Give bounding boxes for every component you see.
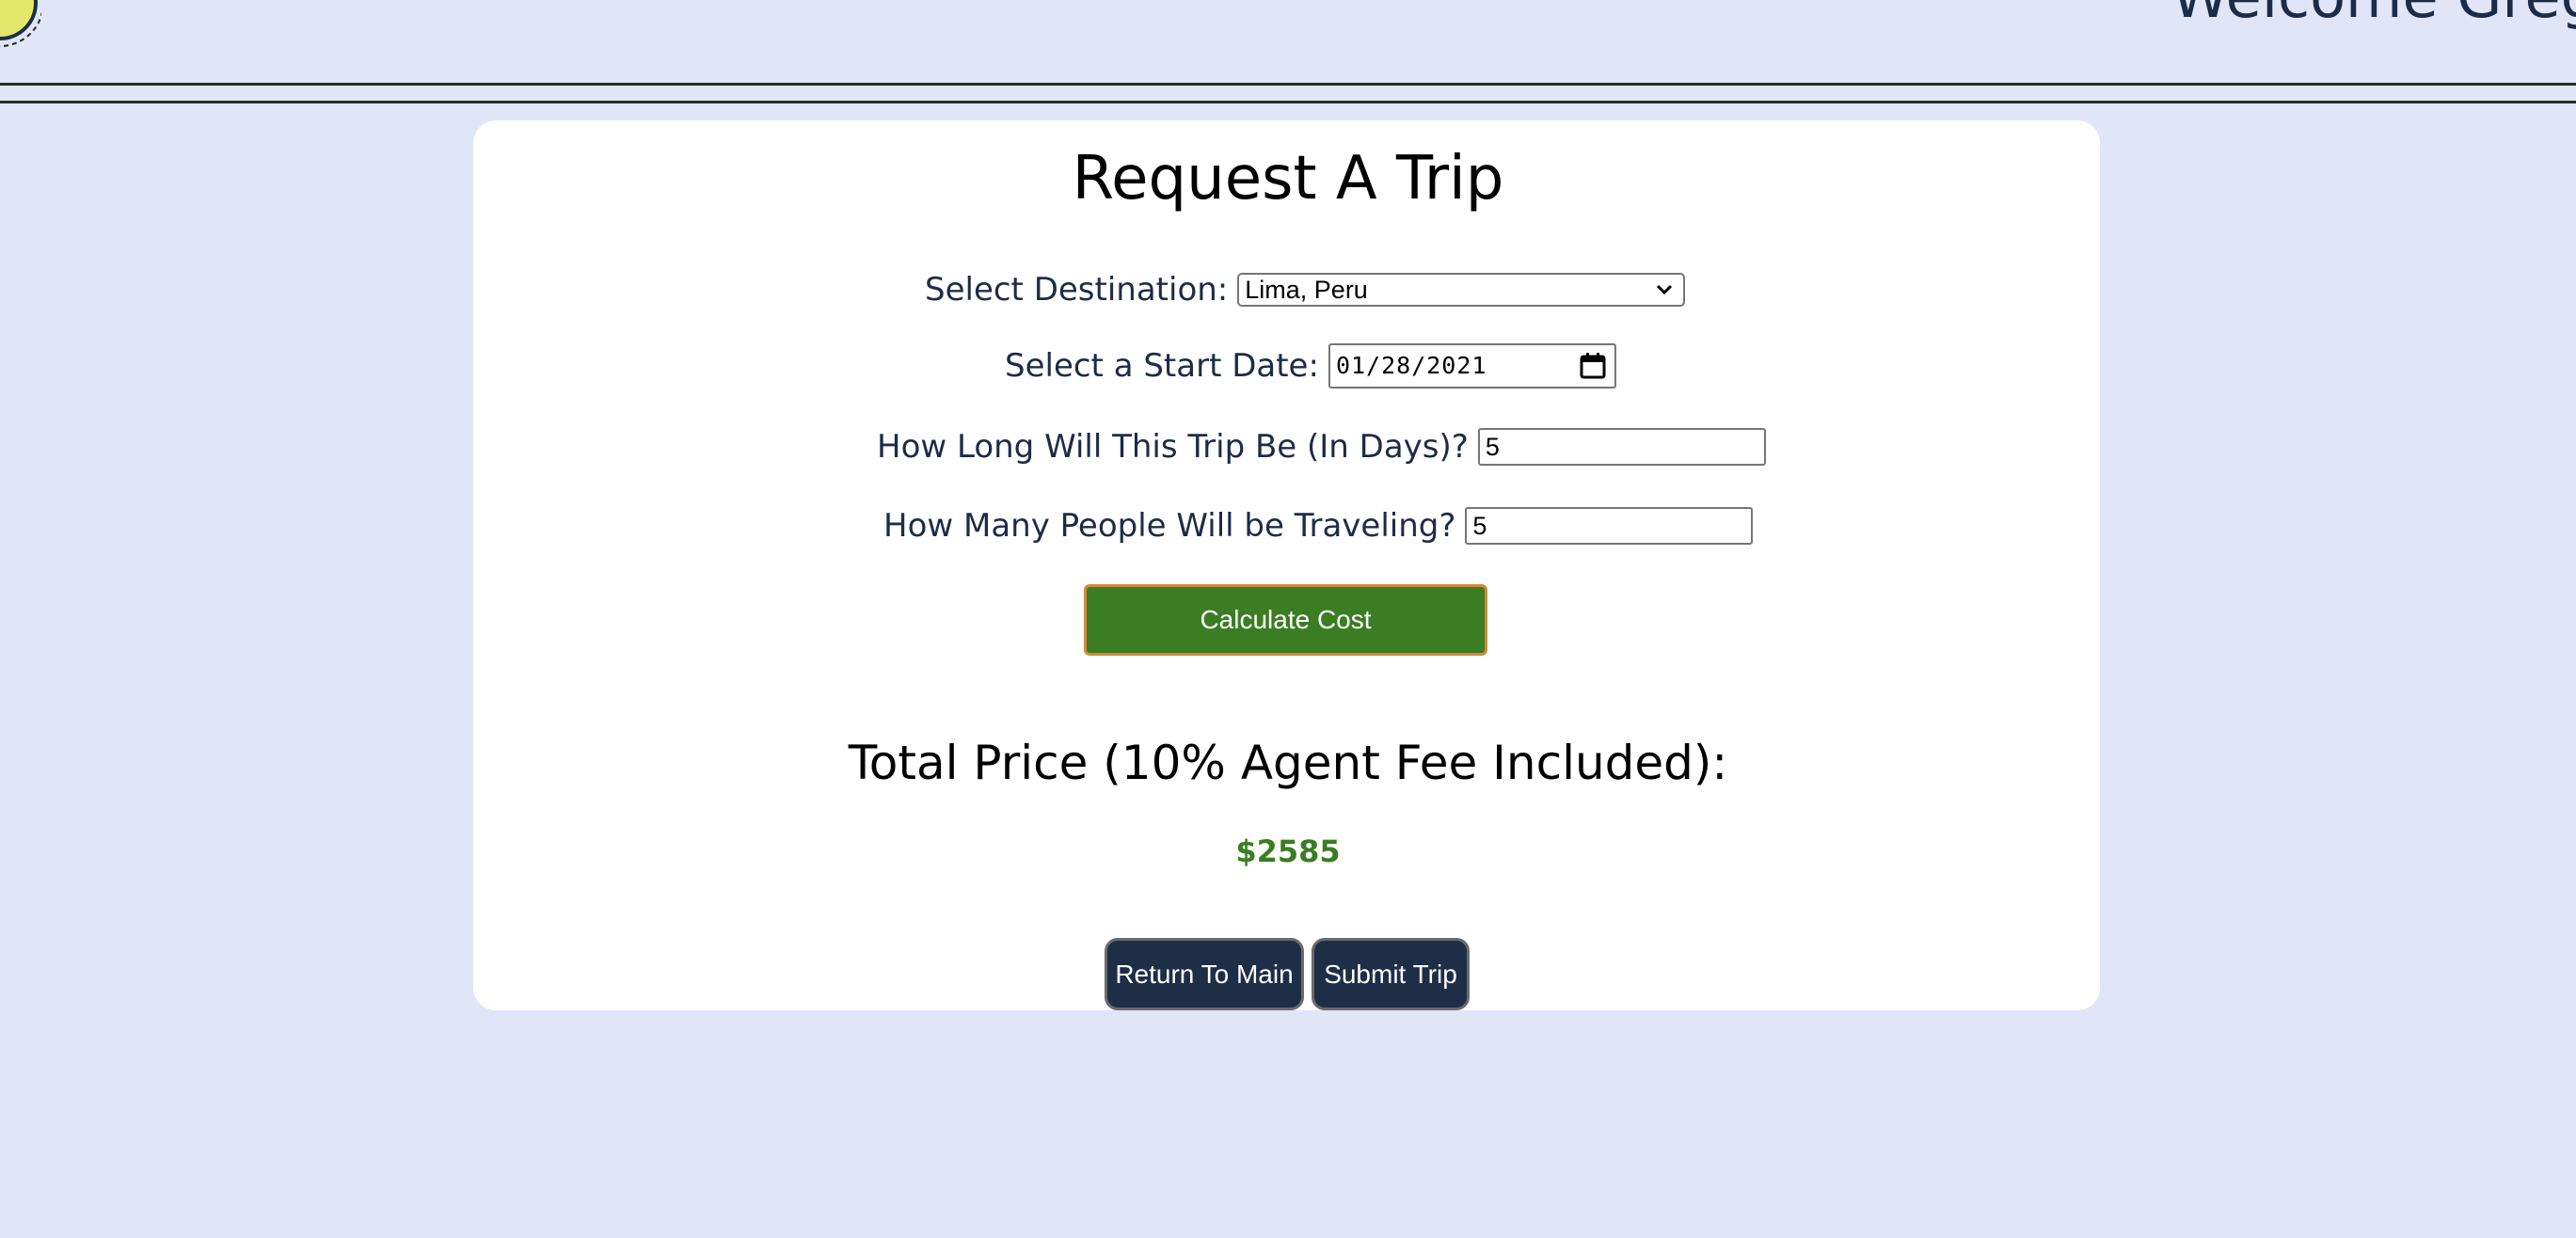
- travelers-row: How Many People Will be Traveling? 5: [883, 507, 1754, 545]
- request-trip-card: [473, 120, 2100, 1010]
- header-divider-bottom: [0, 101, 2576, 103]
- logo-icon: [0, 0, 41, 47]
- header: Welcome Greg: [0, 0, 2576, 85]
- start-date-value: 01/28/2021: [1335, 352, 1487, 379]
- duration-row: How Long Will This Trip Be (In Days)? 5: [877, 428, 1766, 466]
- duration-input[interactable]: 5: [1477, 428, 1766, 466]
- calculate-cost-button[interactable]: Calculate Cost: [1084, 584, 1487, 656]
- welcome-message: Welcome Greg: [2171, 0, 2576, 47]
- destination-row: Select Destination: Lima, Peru: [925, 271, 1686, 309]
- submit-trip-button[interactable]: Submit Trip: [1312, 938, 1470, 1010]
- start-date-input[interactable]: 01/28/2021: [1328, 343, 1616, 389]
- start-date-label: Select a Start Date:: [1005, 347, 1319, 385]
- page-title: Request A Trip: [1072, 144, 1504, 214]
- chevron-down-icon: [1657, 284, 1673, 295]
- calendar-icon[interactable]: [1579, 352, 1607, 380]
- header-divider-top: [0, 83, 2576, 86]
- destination-selected-value: Lima, Peru: [1245, 276, 1368, 304]
- duration-label: How Long Will This Trip Be (In Days)?: [877, 428, 1469, 466]
- return-to-main-button[interactable]: Return To Main: [1105, 938, 1304, 1010]
- total-price-heading: Total Price (10% Agent Fee Included):: [848, 736, 1728, 790]
- destination-select[interactable]: Lima, Peru: [1237, 273, 1686, 307]
- destination-label: Select Destination:: [925, 271, 1229, 309]
- total-price-value: $2585: [1235, 833, 1341, 869]
- start-date-row: Select a Start Date: 01/28/2021: [1005, 343, 1616, 389]
- travelers-input[interactable]: 5: [1465, 507, 1754, 545]
- travelers-label: How Many People Will be Traveling?: [883, 507, 1456, 545]
